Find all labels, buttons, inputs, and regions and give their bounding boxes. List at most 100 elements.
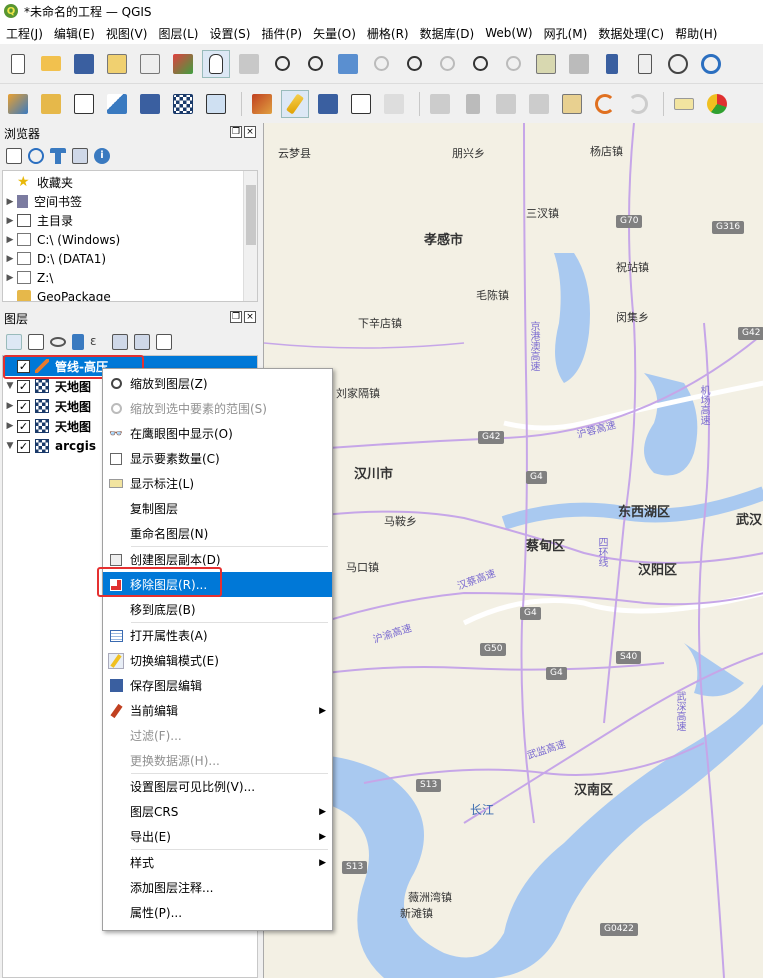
layer-visibility-checkbox[interactable]: ✓ xyxy=(17,419,30,433)
browser-item-favorites[interactable]: ★ 收藏夹 xyxy=(3,173,257,192)
show-bookmarks-button[interactable] xyxy=(631,50,659,78)
raster-layer-button[interactable] xyxy=(169,90,197,118)
map-canvas[interactable]: 云梦县 朋兴乡 杨店镇 三汊镇 孝感市 祝站镇 毛陈镇 闵集乡 下辛店镇 刘家隔… xyxy=(263,123,763,978)
save-project-button[interactable] xyxy=(70,50,98,78)
menu-item-add-layer-notes[interactable]: 添加图层注释... xyxy=(103,875,332,900)
browser-item-drive-d[interactable]: ▶ D:\ (DATA1) xyxy=(3,249,257,268)
data-source-manager-button[interactable] xyxy=(4,90,32,118)
zoom-out-button[interactable] xyxy=(301,50,329,78)
menu-item-export[interactable]: 导出(E) ▶ xyxy=(103,824,332,849)
virtual-layer-button[interactable] xyxy=(136,90,164,118)
copy-features-button[interactable] xyxy=(525,90,553,118)
new-project-button[interactable] xyxy=(4,50,32,78)
current-edits-button[interactable] xyxy=(248,90,276,118)
close-panel-button[interactable]: × xyxy=(244,126,256,138)
expand-arrow-icon[interactable]: ▶ xyxy=(3,401,17,411)
zoom-to-selection-button[interactable] xyxy=(367,50,395,78)
diagram-tool-button[interactable] xyxy=(703,90,731,118)
menu-item-zoom-to-layer[interactable]: 缩放到图层(Z) xyxy=(103,371,332,396)
add-feature-button[interactable] xyxy=(347,90,375,118)
expand-arrow-icon[interactable]: ▼ xyxy=(3,441,17,451)
new-geopackage-button[interactable] xyxy=(37,90,65,118)
new-vector-layer-button[interactable] xyxy=(70,90,98,118)
browser-item-drive-c[interactable]: ▶ C:\ (Windows) xyxy=(3,230,257,249)
menu-item-rename-layer[interactable]: 重命名图层(N) xyxy=(103,521,332,546)
menu-settings[interactable]: 设置(S) xyxy=(210,25,251,42)
close-panel-button[interactable]: × xyxy=(244,311,256,323)
digitize-button[interactable] xyxy=(103,90,131,118)
vertex-tool-button[interactable] xyxy=(380,90,408,118)
menu-view[interactable]: 视图(V) xyxy=(106,25,148,42)
layout-manager-button[interactable] xyxy=(103,50,131,78)
delete-selected-button[interactable] xyxy=(459,90,487,118)
pan-map-button[interactable] xyxy=(202,49,230,78)
browser-item-geopackage[interactable]: GeoPackage xyxy=(3,287,257,301)
menu-mesh[interactable]: 网孔(M) xyxy=(544,25,588,42)
browser-item-drive-z[interactable]: ▶ Z:\ xyxy=(3,268,257,287)
menu-plugins[interactable]: 插件(P) xyxy=(261,25,302,42)
add-selected-layers-icon[interactable] xyxy=(6,148,22,164)
browser-item-bookmarks[interactable]: ▶ 空间书签 xyxy=(3,192,257,211)
menu-database[interactable]: 数据库(D) xyxy=(420,25,475,42)
expand-arrow-icon[interactable]: ▼ xyxy=(3,381,17,391)
redo-button[interactable] xyxy=(624,90,652,118)
menu-item-set-scale-visibility[interactable]: 设置图层可见比例(V)... xyxy=(103,774,332,799)
menu-item-properties[interactable]: 属性(P)... xyxy=(103,900,332,925)
layer-visibility-checkbox[interactable]: ✓ xyxy=(17,439,30,453)
menu-item-change-data-source[interactable]: 更换数据源(H)... xyxy=(103,748,332,773)
layer-visibility-checkbox[interactable]: ✓ xyxy=(17,379,30,393)
menu-item-show-in-overview[interactable]: 👓 在鹰眼图中显示(O) xyxy=(103,421,332,446)
menu-edit[interactable]: 编辑(E) xyxy=(54,25,95,42)
expand-arrow-icon[interactable]: ▶ xyxy=(3,197,17,207)
menu-item-layer-crs[interactable]: 图层CRS ▶ xyxy=(103,799,332,824)
browser-scrollbar[interactable] xyxy=(243,171,257,301)
refresh-button[interactable] xyxy=(697,50,725,78)
menu-raster[interactable]: 栅格(R) xyxy=(367,25,409,42)
paste-features-button[interactable] xyxy=(558,90,586,118)
menu-item-move-to-bottom[interactable]: 移到底层(B) xyxy=(103,597,332,622)
collapse-all-icon[interactable] xyxy=(134,334,150,350)
menu-item-styles[interactable]: 样式 ▶ xyxy=(103,850,332,875)
collapse-all-icon[interactable] xyxy=(72,148,88,164)
expand-arrow-icon[interactable]: ▶ xyxy=(3,216,17,226)
style-manager-button[interactable] xyxy=(169,50,197,78)
save-edits-button[interactable] xyxy=(314,90,342,118)
expand-arrow-icon[interactable]: ▶ xyxy=(3,254,17,264)
menu-item-current-edits[interactable]: 当前编辑 ▶ xyxy=(103,698,332,723)
info-icon[interactable]: i xyxy=(94,148,110,164)
expand-arrow-icon[interactable]: ▶ xyxy=(3,421,17,431)
filter-icon[interactable] xyxy=(50,148,66,164)
menu-item-filter[interactable]: 过滤(F)... xyxy=(103,723,332,748)
float-panel-button[interactable]: ❐ xyxy=(230,126,242,138)
filter-legend-icon[interactable] xyxy=(72,334,84,350)
expand-arrow-icon[interactable]: ▶ xyxy=(3,273,17,283)
cut-features-button[interactable] xyxy=(492,90,520,118)
label-tool-button[interactable] xyxy=(670,90,698,118)
expand-all-icon[interactable] xyxy=(112,334,128,350)
filter-expression-icon[interactable]: ε xyxy=(90,334,106,350)
float-panel-button[interactable]: ❐ xyxy=(230,311,242,323)
menu-item-toggle-editing[interactable]: 切换编辑模式(E) xyxy=(103,648,332,673)
menu-item-zoom-to-selection[interactable]: 缩放到选中要素的范围(S) xyxy=(103,396,332,421)
menu-item-open-attribute-table[interactable]: 打开属性表(A) xyxy=(103,623,332,648)
zoom-to-layer-button[interactable] xyxy=(400,50,428,78)
zoom-native-button[interactable] xyxy=(433,50,461,78)
new-map-view-button[interactable] xyxy=(532,50,560,78)
remove-layer-icon[interactable] xyxy=(156,334,172,350)
toggle-editing-button[interactable] xyxy=(281,90,309,118)
zoom-next-button[interactable] xyxy=(499,50,527,78)
zoom-full-button[interactable] xyxy=(334,50,362,78)
menu-help[interactable]: 帮助(H) xyxy=(675,25,717,42)
expand-arrow-icon[interactable]: ▶ xyxy=(3,235,17,245)
open-project-button[interactable] xyxy=(37,50,65,78)
layer-visibility-checkbox[interactable]: ✓ xyxy=(17,399,30,413)
menu-web[interactable]: Web(W) xyxy=(485,26,532,40)
browser-item-home[interactable]: ▶ 主目录 xyxy=(3,211,257,230)
zoom-in-button[interactable] xyxy=(268,50,296,78)
modify-attributes-button[interactable] xyxy=(426,90,454,118)
temporal-controller-button[interactable] xyxy=(664,50,692,78)
new-layout-button[interactable] xyxy=(136,50,164,78)
new-3d-view-button[interactable] xyxy=(565,50,593,78)
eye-icon[interactable] xyxy=(50,337,66,347)
menu-layer[interactable]: 图层(L) xyxy=(158,25,198,42)
